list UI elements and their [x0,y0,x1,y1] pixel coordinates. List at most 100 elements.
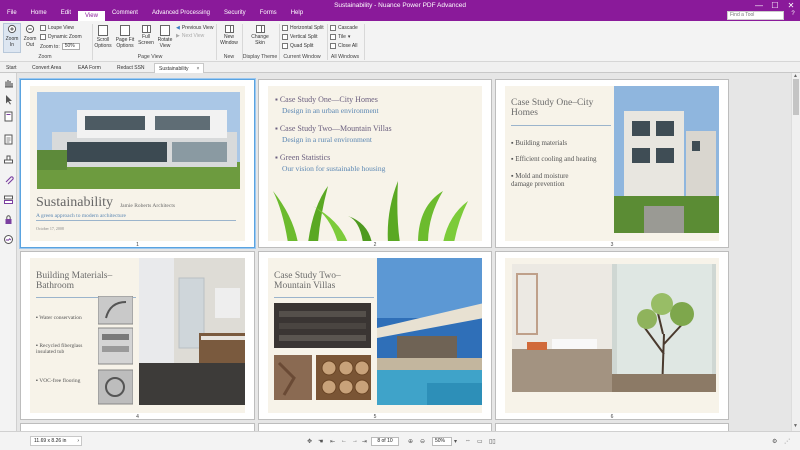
divider [511,125,611,126]
tab-start[interactable]: Start [2,63,21,73]
slide-bullet: ▪ Water conservation [36,315,82,321]
zoom-to-input[interactable]: 50% [61,43,80,50]
rotate-view-button[interactable]: Rotate View [156,25,174,49]
dynamic-zoom-label: Dynamic Zoom [48,34,82,40]
first-page-icon[interactable]: ⇤ [330,438,335,445]
divider [36,220,236,221]
bullet-text: Green Statistics [279,153,331,162]
tab-convert-area[interactable]: Convert Area [28,63,65,73]
document-icon[interactable] [3,134,14,145]
tile-button[interactable]: Tile ▾ [330,34,350,40]
bullet-text: Case Study Two—Mountain Villas [279,124,392,133]
separator [216,24,217,60]
next-view-button[interactable]: ▶ Next View [176,33,204,39]
display-theme-group-label: Display Theme [242,54,278,60]
previous-page-icon[interactable]: ← [341,438,347,444]
change-skin-button[interactable]: Change Skin [248,25,272,46]
select-tool-icon[interactable]: ✥ [307,438,312,445]
page-thumbnail[interactable] [258,423,492,431]
page-number-input[interactable]: 8 of 10 [371,437,399,446]
form-fields-icon[interactable] [3,194,14,205]
rotate-view-label: Rotate View [157,37,173,49]
tab-redact-ssn[interactable]: Redact SSN [113,63,149,73]
page-thumbnail[interactable]: Case Study One–City Homes ▪ Building mat… [495,79,729,248]
full-screen-button[interactable]: Full Screen [137,25,155,46]
menu-forms[interactable]: Forms [253,6,284,20]
document-view[interactable]: Sustainability Jamie Roberts Architects … [17,73,791,431]
next-page-icon[interactable]: → [352,438,358,444]
zoom-out-icon[interactable]: ⊖ [420,438,425,445]
menu-advanced-processing[interactable]: Advanced Processing [145,6,217,20]
single-page-icon[interactable]: ▭ [477,438,483,445]
attachment-icon[interactable] [3,174,14,185]
menu-view[interactable]: View [78,11,105,21]
page-fit-icon [120,25,130,36]
find-tool-input[interactable]: Find a Tool [727,11,784,20]
close-icon[interactable]: ✕ [784,1,798,10]
last-page-icon[interactable]: ⇥ [362,438,367,445]
dynamic-zoom-button[interactable]: Dynamic Zoom [40,34,82,40]
menu-help[interactable]: Help [284,6,310,20]
scroll-options-button[interactable]: Scroll Options [93,25,113,49]
page-thumbnail[interactable]: 6 [495,251,729,420]
signature-icon[interactable] [3,234,14,245]
vertical-split-button[interactable]: Vertical Split [282,34,318,40]
previous-view-button[interactable]: ◀ Previous View [176,25,213,31]
tab-eaa-form[interactable]: EAA Form [74,63,105,73]
page-thumbnail[interactable]: Case Study Two–Mountain Villas 5 [258,251,492,420]
menu-security[interactable]: Security [217,6,253,20]
page-size-field[interactable]: 11.69 x 8.26 in › [30,436,82,446]
page-thumbnail[interactable]: Sustainability Jamie Roberts Architects … [20,79,255,248]
hand-icon[interactable]: ☚ [318,438,323,445]
quad-split-label: Quad Split [290,43,314,49]
close-all-button[interactable]: Close All [330,43,357,49]
help-icon[interactable]: ? [788,11,798,20]
vertical-scrollbar[interactable]: ▲ ▼ [791,73,800,431]
separator [279,24,280,60]
divider [274,297,374,298]
minimize-icon[interactable]: — [752,1,766,10]
page-thumbnail[interactable]: ▪ Case Study One—City Homes Design in an… [258,79,492,248]
menu-home[interactable]: Home [24,6,54,20]
scrollbar-thumb[interactable] [793,79,799,115]
chevron-down-icon[interactable]: ▾ [454,438,457,445]
cascade-button[interactable]: Cascade [330,25,358,31]
loupe-view-button[interactable]: Loupe View [40,25,74,31]
bullet-text: Recycled fiberglass insulated tub [36,343,83,355]
horizontal-split-label: Horizontal Split [290,25,324,31]
quad-split-button[interactable]: Quad Split [282,43,313,49]
menu-file[interactable]: File [0,6,24,20]
zoom-in-icon[interactable]: ⊕ [408,438,413,445]
fit-width-icon[interactable]: ⇔ [465,438,471,444]
zoom-out-button[interactable]: Zoom Out [22,24,38,48]
pages-icon[interactable] [3,111,14,122]
loupe-icon [40,25,46,31]
chevron-right-icon: › [77,438,79,444]
stamp-icon[interactable] [3,154,14,165]
lock-icon[interactable] [3,214,14,225]
quad-split-icon [282,43,288,49]
select-arrow-icon[interactable] [3,94,14,105]
page-thumbnail[interactable] [495,423,729,431]
page-thumbnail[interactable] [20,423,255,431]
hand-tool-icon[interactable] [3,77,14,88]
tab-close-icon[interactable]: × [196,66,199,72]
page-fit-options-button[interactable]: Page Fit Options [114,25,136,49]
settings-icon[interactable]: ⚙ [772,438,777,445]
zoom-in-button[interactable]: Zoom In [3,23,21,53]
maximize-icon[interactable]: ☐ [768,1,782,10]
horizontal-split-button[interactable]: Horizontal Split [282,25,324,31]
zoom-out-label: Zoom Out [23,36,37,48]
scroll-down-icon[interactable]: ▼ [793,423,798,429]
menu-comment[interactable]: Comment [105,6,145,20]
document-tabs: Start Convert Area EAA Form Redact SSN S… [0,62,800,73]
slide: Sustainability Jamie Roberts Architects … [30,86,245,241]
two-page-icon[interactable]: ▯▯ [489,438,496,445]
zoom-level-input[interactable]: 50% [432,437,452,446]
menu-edit[interactable]: Edit [54,6,78,20]
horizontal-split-icon [282,25,288,31]
page-thumbnail[interactable]: Building Materials–Bathroom ▪ Water cons… [20,251,255,420]
rotate-view-icon [160,25,170,36]
tab-sustainability[interactable]: Sustainability × [154,63,205,73]
new-window-button[interactable]: New Window [218,25,240,46]
